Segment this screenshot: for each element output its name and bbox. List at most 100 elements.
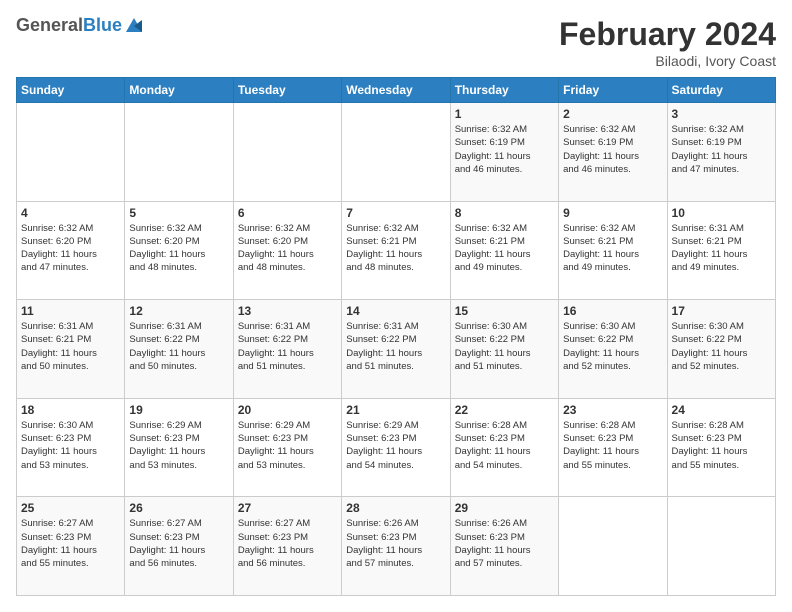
- logo-icon: [124, 16, 144, 36]
- day-info: Sunrise: 6:32 AM Sunset: 6:21 PM Dayligh…: [455, 222, 554, 275]
- day-info: Sunrise: 6:28 AM Sunset: 6:23 PM Dayligh…: [455, 419, 554, 472]
- weekday-header: Friday: [559, 78, 667, 103]
- calendar-cell: 21 Sunrise: 6:29 AM Sunset: 6:23 PM Dayli…: [342, 398, 450, 497]
- calendar-cell: 10 Sunrise: 6:31 AM Sunset: 6:21 PM Dayli…: [667, 201, 775, 300]
- day-number: 29: [455, 501, 554, 515]
- calendar-cell: 1 Sunrise: 6:32 AM Sunset: 6:19 PM Daylig…: [450, 103, 558, 202]
- calendar-cell: 15Sunrise: 6:30 AM Sunset: 6:22 PM Dayli…: [450, 300, 558, 399]
- calendar-cell: 7 Sunrise: 6:32 AM Sunset: 6:21 PM Daylig…: [342, 201, 450, 300]
- calendar-cell: 28 Sunrise: 6:26 AM Sunset: 6:23 PM Dayli…: [342, 497, 450, 596]
- calendar-cell: 17 Sunrise: 6:30 AM Sunset: 6:22 PM Dayli…: [667, 300, 775, 399]
- calendar-cell: [559, 497, 667, 596]
- day-info: Sunrise: 6:27 AM Sunset: 6:23 PM Dayligh…: [238, 517, 337, 570]
- day-info: Sunrise: 6:26 AM Sunset: 6:23 PM Dayligh…: [346, 517, 445, 570]
- day-info: Sunrise: 6:28 AM Sunset: 6:23 PM Dayligh…: [672, 419, 771, 472]
- page: GeneralBlue February 2024 Bilaodi, Ivory…: [0, 0, 792, 612]
- day-number: 8: [455, 206, 554, 220]
- calendar-cell: 19Sunrise: 6:29 AM Sunset: 6:23 PM Dayli…: [125, 398, 233, 497]
- day-info: Sunrise: 6:30 AM Sunset: 6:22 PM Dayligh…: [455, 320, 554, 373]
- calendar-cell: [342, 103, 450, 202]
- day-number: 23: [563, 403, 662, 417]
- calendar-cell: 13 Sunrise: 6:31 AM Sunset: 6:22 PM Dayli…: [233, 300, 341, 399]
- weekday-header: Monday: [125, 78, 233, 103]
- day-number: 19: [129, 403, 228, 417]
- calendar-cell: 14 Sunrise: 6:31 AM Sunset: 6:22 PM Dayli…: [342, 300, 450, 399]
- calendar-week-row: 4 Sunrise: 6:32 AM Sunset: 6:20 PM Daylig…: [17, 201, 776, 300]
- day-info: Sunrise: 6:27 AM Sunset: 6:23 PM Dayligh…: [21, 517, 120, 570]
- day-info: Sunrise: 6:31 AM Sunset: 6:21 PM Dayligh…: [672, 222, 771, 275]
- day-number: 5: [129, 206, 228, 220]
- title-block: February 2024 Bilaodi, Ivory Coast: [559, 16, 776, 69]
- calendar-cell: [17, 103, 125, 202]
- calendar-cell: 29 Sunrise: 6:26 AM Sunset: 6:23 PM Dayli…: [450, 497, 558, 596]
- calendar-week-row: 1 Sunrise: 6:32 AM Sunset: 6:19 PM Daylig…: [17, 103, 776, 202]
- day-number: 26: [129, 501, 228, 515]
- day-info: Sunrise: 6:29 AM Sunset: 6:23 PM Dayligh…: [346, 419, 445, 472]
- calendar-cell: 18 Sunrise: 6:30 AM Sunset: 6:23 PM Dayli…: [17, 398, 125, 497]
- calendar-cell: 22 Sunrise: 6:28 AM Sunset: 6:23 PM Dayli…: [450, 398, 558, 497]
- day-info: Sunrise: 6:31 AM Sunset: 6:22 PM Dayligh…: [346, 320, 445, 373]
- calendar-cell: 27 Sunrise: 6:27 AM Sunset: 6:23 PM Dayli…: [233, 497, 341, 596]
- calendar-week-row: 11 Sunrise: 6:31 AM Sunset: 6:21 PM Dayli…: [17, 300, 776, 399]
- day-info: Sunrise: 6:29 AM Sunset: 6:23 PM Dayligh…: [238, 419, 337, 472]
- day-number: 1: [455, 107, 554, 121]
- weekday-header: Thursday: [450, 78, 558, 103]
- weekday-header: Tuesday: [233, 78, 341, 103]
- day-info: Sunrise: 6:28 AM Sunset: 6:23 PM Dayligh…: [563, 419, 662, 472]
- day-number: 13: [238, 304, 337, 318]
- weekday-header: Saturday: [667, 78, 775, 103]
- day-number: 10: [672, 206, 771, 220]
- day-number: 16: [563, 304, 662, 318]
- day-number: 12: [129, 304, 228, 318]
- calendar-cell: 11 Sunrise: 6:31 AM Sunset: 6:21 PM Dayli…: [17, 300, 125, 399]
- day-info: Sunrise: 6:26 AM Sunset: 6:23 PM Dayligh…: [455, 517, 554, 570]
- day-number: 22: [455, 403, 554, 417]
- day-number: 21: [346, 403, 445, 417]
- day-info: Sunrise: 6:32 AM Sunset: 6:21 PM Dayligh…: [346, 222, 445, 275]
- calendar-cell: 23 Sunrise: 6:28 AM Sunset: 6:23 PM Dayli…: [559, 398, 667, 497]
- day-number: 11: [21, 304, 120, 318]
- month-title: February 2024: [559, 16, 776, 53]
- logo-blue-text: Blue: [83, 15, 122, 35]
- day-info: Sunrise: 6:27 AM Sunset: 6:23 PM Dayligh…: [129, 517, 228, 570]
- day-number: 14: [346, 304, 445, 318]
- calendar-cell: [667, 497, 775, 596]
- calendar-cell: 8 Sunrise: 6:32 AM Sunset: 6:21 PM Daylig…: [450, 201, 558, 300]
- day-number: 9: [563, 206, 662, 220]
- day-number: 27: [238, 501, 337, 515]
- weekday-header: Wednesday: [342, 78, 450, 103]
- day-info: Sunrise: 6:30 AM Sunset: 6:23 PM Dayligh…: [21, 419, 120, 472]
- calendar-cell: 6Sunrise: 6:32 AM Sunset: 6:20 PM Daylig…: [233, 201, 341, 300]
- calendar-table: SundayMondayTuesdayWednesdayThursdayFrid…: [16, 77, 776, 596]
- location: Bilaodi, Ivory Coast: [559, 53, 776, 69]
- day-info: Sunrise: 6:32 AM Sunset: 6:20 PM Dayligh…: [238, 222, 337, 275]
- day-number: 18: [21, 403, 120, 417]
- calendar-cell: 20 Sunrise: 6:29 AM Sunset: 6:23 PM Dayli…: [233, 398, 341, 497]
- calendar-week-row: 25Sunrise: 6:27 AM Sunset: 6:23 PM Dayli…: [17, 497, 776, 596]
- day-info: Sunrise: 6:32 AM Sunset: 6:21 PM Dayligh…: [563, 222, 662, 275]
- calendar-cell: 2 Sunrise: 6:32 AM Sunset: 6:19 PM Daylig…: [559, 103, 667, 202]
- day-info: Sunrise: 6:31 AM Sunset: 6:22 PM Dayligh…: [238, 320, 337, 373]
- calendar-cell: 3Sunrise: 6:32 AM Sunset: 6:19 PM Daylig…: [667, 103, 775, 202]
- day-info: Sunrise: 6:32 AM Sunset: 6:19 PM Dayligh…: [563, 123, 662, 176]
- day-info: Sunrise: 6:32 AM Sunset: 6:19 PM Dayligh…: [455, 123, 554, 176]
- calendar-cell: 16Sunrise: 6:30 AM Sunset: 6:22 PM Dayli…: [559, 300, 667, 399]
- day-number: 2: [563, 107, 662, 121]
- calendar-cell: 12 Sunrise: 6:31 AM Sunset: 6:22 PM Dayli…: [125, 300, 233, 399]
- header: GeneralBlue February 2024 Bilaodi, Ivory…: [16, 16, 776, 69]
- day-number: 20: [238, 403, 337, 417]
- weekday-header: Sunday: [17, 78, 125, 103]
- calendar-header-row: SundayMondayTuesdayWednesdayThursdayFrid…: [17, 78, 776, 103]
- calendar-cell: 4Sunrise: 6:32 AM Sunset: 6:20 PM Daylig…: [17, 201, 125, 300]
- day-number: 7: [346, 206, 445, 220]
- calendar-week-row: 18 Sunrise: 6:30 AM Sunset: 6:23 PM Dayli…: [17, 398, 776, 497]
- day-info: Sunrise: 6:30 AM Sunset: 6:22 PM Dayligh…: [672, 320, 771, 373]
- calendar-cell: 9 Sunrise: 6:32 AM Sunset: 6:21 PM Daylig…: [559, 201, 667, 300]
- day-info: Sunrise: 6:31 AM Sunset: 6:21 PM Dayligh…: [21, 320, 120, 373]
- day-number: 17: [672, 304, 771, 318]
- day-number: 24: [672, 403, 771, 417]
- logo-general-text: General: [16, 15, 83, 35]
- day-number: 4: [21, 206, 120, 220]
- day-number: 28: [346, 501, 445, 515]
- day-info: Sunrise: 6:31 AM Sunset: 6:22 PM Dayligh…: [129, 320, 228, 373]
